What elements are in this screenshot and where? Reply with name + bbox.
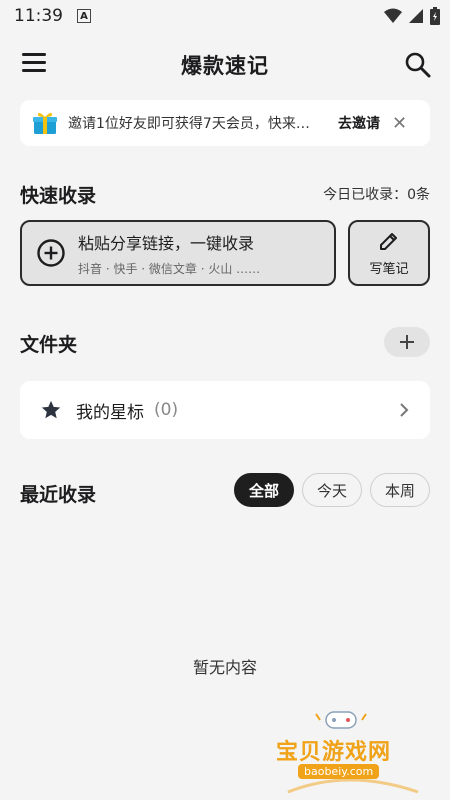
- starred-count: (0): [154, 400, 179, 420]
- status-bar: 11:39 A: [0, 0, 450, 32]
- empty-state-text: 暂无内容: [192, 658, 257, 677]
- status-icons: [384, 7, 440, 25]
- star-icon: [41, 400, 61, 419]
- battery-icon: [430, 7, 440, 25]
- status-time: 11:39: [14, 6, 63, 26]
- starred-folder-row[interactable]: 我的星标 (0): [20, 381, 430, 439]
- search-icon[interactable]: [404, 51, 432, 79]
- menu-icon-line: [22, 61, 46, 64]
- menu-button[interactable]: [22, 53, 48, 77]
- write-note-label: 写笔记: [369, 261, 409, 277]
- quick-collect-title: 快速收录: [20, 185, 97, 207]
- close-icon[interactable]: ✕: [392, 113, 407, 134]
- paste-sub-label: 抖音 · 快手 · 微信文章 · 火山 ……: [78, 261, 261, 276]
- chevron-right-icon: [400, 403, 409, 417]
- app-bar: 爆款速记: [0, 40, 450, 90]
- paste-text-group: 粘贴分享链接，一键收录 抖音 · 快手 · 微信文章 · 火山 ……: [78, 230, 260, 277]
- chip-week[interactable]: 本周: [369, 473, 430, 507]
- invite-banner[interactable]: 邀请1位好友即可获得7天会员，快来… 去邀请 ✕: [20, 100, 430, 146]
- signal-icon: [409, 9, 423, 23]
- app-title: 爆款速记: [181, 54, 269, 78]
- recent-filter-chips: 全部 今天 本周: [233, 473, 430, 507]
- watermark-url: baobeiy.com: [298, 764, 380, 779]
- watermark-title: 宝贝游戏网: [276, 740, 392, 765]
- today-count: 今日已收录：0条: [323, 187, 430, 203]
- watermark-logo: 宝贝游戏网 baobeiy.com: [268, 708, 428, 794]
- plus-circle-icon: [37, 239, 65, 267]
- paste-main-label: 粘贴分享链接，一键收录: [78, 233, 255, 253]
- folders-title: 文件夹: [20, 334, 78, 356]
- menu-icon-line: [22, 53, 46, 56]
- write-note-button[interactable]: 写笔记: [348, 220, 430, 286]
- invite-text: 邀请1位好友即可获得7天会员，快来…: [68, 116, 310, 132]
- menu-icon-line: [22, 69, 46, 72]
- chip-today[interactable]: 今天: [301, 473, 362, 507]
- recent-title: 最近收录: [20, 484, 97, 506]
- pencil-icon: [380, 232, 397, 250]
- starred-label: 我的星标: [76, 402, 144, 423]
- a-notification-icon: A: [77, 9, 91, 23]
- add-folder-button[interactable]: [384, 327, 430, 357]
- invite-action-button[interactable]: 去邀请: [338, 113, 380, 133]
- gift-icon: [33, 112, 57, 134]
- wifi-icon: [384, 8, 402, 23]
- paste-link-button[interactable]: 粘贴分享链接，一键收录 抖音 · 快手 · 微信文章 · 火山 ……: [20, 220, 336, 286]
- plus-icon: [400, 335, 414, 349]
- chip-all[interactable]: 全部: [233, 473, 294, 507]
